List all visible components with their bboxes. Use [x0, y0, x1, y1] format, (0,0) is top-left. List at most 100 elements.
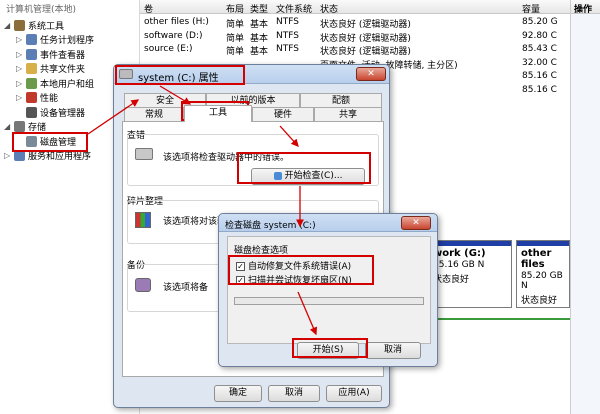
tree-item[interactable]: 磁盘管理 — [16, 134, 76, 148]
checkbox-checked-icon: ✓ — [236, 276, 245, 285]
start-check-button[interactable]: 开始检查(C)... — [251, 168, 365, 185]
table-cell-cap: 85.16 C — [522, 71, 557, 81]
tab-quota[interactable]: 配额 — [300, 93, 382, 108]
volume-status: 状态良好 — [433, 275, 470, 285]
tree-node-icon — [26, 63, 37, 74]
table-cell-type: 基本 — [250, 20, 269, 30]
close-button[interactable]: ✕ — [356, 67, 386, 81]
table-cell-type: 基本 — [250, 47, 269, 57]
expand-icon[interactable]: ▷ — [16, 93, 26, 102]
tree-root-label[interactable]: 计算机管理(本地) — [6, 1, 76, 15]
options-group-label: 磁盘检查选项 — [234, 246, 289, 256]
volume-name: work (G:) — [433, 248, 486, 259]
volume-status: 状态良好 — [521, 296, 558, 306]
table-cell-cap: 85.43 C — [522, 44, 557, 54]
expand-icon[interactable]: ◢ — [4, 21, 14, 30]
col-status[interactable]: 状态 — [320, 2, 338, 15]
backup-text: 该选项将备 — [163, 283, 209, 293]
col-capacity[interactable]: 容量 — [522, 2, 540, 15]
tree-node-icon — [26, 48, 37, 60]
disk-volume-work[interactable]: work (G:) 85.16 GB N 状态良好 — [428, 240, 512, 308]
table-cell-cap: 92.80 C — [522, 30, 557, 41]
tree-item[interactable]: ▷ 服务和应用程序 — [4, 149, 91, 163]
tab-hardware[interactable]: 硬件 — [252, 107, 314, 122]
tab-tools[interactable]: 工具 — [184, 105, 252, 122]
table-cell-fs: NTFS — [276, 17, 299, 27]
volume-list-header: 卷 布局 类型 文件系统 状态 容量 — [140, 0, 570, 15]
cancel-button[interactable]: 取消 — [365, 342, 421, 359]
volume-name: other files — [521, 248, 552, 270]
col-layout[interactable]: 布局 — [226, 2, 244, 15]
table-cell-cap: 32.00 C — [522, 57, 557, 68]
start-check-label: 开始检查(C)... — [284, 171, 343, 181]
option-scan-recover-label: 扫描并尝试恢复坏扇区(N) — [248, 276, 352, 286]
option-scan-recover[interactable]: ✓ 扫描并尝试恢复坏扇区(N) — [236, 273, 352, 286]
table-cell-vol: other files (H:) — [144, 17, 209, 27]
start-button[interactable]: 开始(S) — [297, 342, 359, 359]
disk-volume-other[interactable]: other files 85.20 GB N 状态良好 — [516, 240, 570, 308]
table-cell-fs: NTFS — [276, 30, 299, 41]
tree-item-label: 服务和应用程序 — [28, 152, 92, 162]
table-cell-fs: NTFS — [276, 44, 299, 54]
table-cell-vol: source (E:) — [144, 44, 193, 54]
expand-icon[interactable]: ◢ — [4, 122, 14, 131]
tree-item[interactable]: ▷ 本地用户和组 — [16, 76, 94, 90]
option-auto-fix[interactable]: ✓ 自动修复文件系统错误(A) — [236, 259, 351, 272]
tree-node-icon — [14, 19, 25, 31]
expand-icon[interactable]: ▷ — [16, 79, 26, 88]
tree-item-label: 任务计划程序 — [40, 36, 95, 46]
expand-icon[interactable]: ▷ — [16, 35, 26, 44]
expand-icon[interactable]: ▷ — [16, 50, 26, 59]
actions-pane-header: 操作 — [571, 0, 600, 14]
tree-node-icon — [26, 92, 37, 103]
table-cell-status: 状态良好 (逻辑驱动器) — [320, 47, 411, 57]
expand-icon[interactable]: ▷ — [4, 151, 14, 160]
tree-item[interactable]: 设备管理器 — [16, 105, 85, 119]
tree-item[interactable]: ◢ 存储 — [4, 120, 46, 134]
apply-button[interactable]: 应用(A) — [326, 385, 382, 402]
table-cell-layout: 简单 — [226, 47, 245, 57]
table-cell-status: 状态良好 (逻辑驱动器) — [320, 20, 411, 30]
table-row[interactable]: other files (H:) 简单 基本 NTFS 状态良好 (逻辑驱动器) 85.2… — [140, 16, 570, 30]
tree-item-label: 事件查看器 — [40, 50, 86, 61]
tree-item[interactable]: ◢ 系统工具 — [4, 18, 64, 32]
table-cell-cap: 85.16 C — [522, 84, 557, 95]
table-cell-vol: software (D:) — [144, 30, 203, 41]
drive-icon — [135, 148, 153, 160]
table-cell-layout: 简单 — [226, 20, 245, 30]
tree-item[interactable]: ▷ 性能 — [16, 91, 58, 105]
actions-pane: 操作 — [570, 0, 600, 414]
cancel-button[interactable]: 取消 — [268, 385, 320, 402]
volume-size: 85.20 GB N — [521, 271, 563, 291]
tree-item[interactable]: ▷ 事件查看器 — [16, 47, 85, 61]
tree-node-icon — [26, 77, 37, 89]
option-auto-fix-label: 自动修复文件系统错误(A) — [248, 262, 352, 272]
col-volume[interactable]: 卷 — [144, 2, 153, 15]
tree-node-icon — [14, 150, 25, 161]
col-type[interactable]: 类型 — [250, 2, 268, 15]
backup-icon — [135, 278, 151, 292]
expand-icon[interactable]: ▷ — [16, 64, 26, 73]
tab-sharing[interactable]: 共享 — [314, 107, 382, 122]
col-filesystem[interactable]: 文件系统 — [276, 2, 312, 15]
tab-general[interactable]: 常规 — [124, 107, 184, 122]
table-cell-cap: 85.20 G — [522, 17, 558, 27]
tree-item[interactable]: ▷ 共享文件夹 — [16, 62, 85, 76]
progress-bar — [234, 297, 424, 305]
tree-item-label: 共享文件夹 — [40, 65, 86, 75]
ok-button[interactable]: 确定 — [214, 385, 262, 402]
drive-icon — [119, 69, 133, 79]
check-disk-titlebar[interactable]: 检查磁盘 system (C:) ✕ — [219, 214, 437, 232]
table-cell-type: 基本 — [250, 33, 269, 44]
table-row[interactable]: software (D:) 简单 基本 NTFS 状态良好 (逻辑驱动器) 92.80 C — [140, 30, 570, 44]
error-check-text: 该选项将检查驱动器中的错误。 — [163, 153, 290, 163]
properties-titlebar[interactable]: system (C:) 属性 ✕ — [114, 65, 389, 84]
tree-root-text: 计算机管理(本地) — [6, 4, 77, 15]
tree-item-label: 设备管理器 — [40, 108, 86, 119]
close-button[interactable]: ✕ — [401, 216, 431, 230]
volume-size: 85.16 GB N — [433, 260, 485, 270]
tree-item-label: 本地用户和组 — [40, 79, 95, 90]
table-cell-layout: 简单 — [226, 33, 245, 44]
table-row[interactable]: source (E:) 简单 基本 NTFS 状态良好 (逻辑驱动器) 85.43 C — [140, 43, 570, 57]
tree-item[interactable]: ▷ 任务计划程序 — [16, 33, 94, 47]
